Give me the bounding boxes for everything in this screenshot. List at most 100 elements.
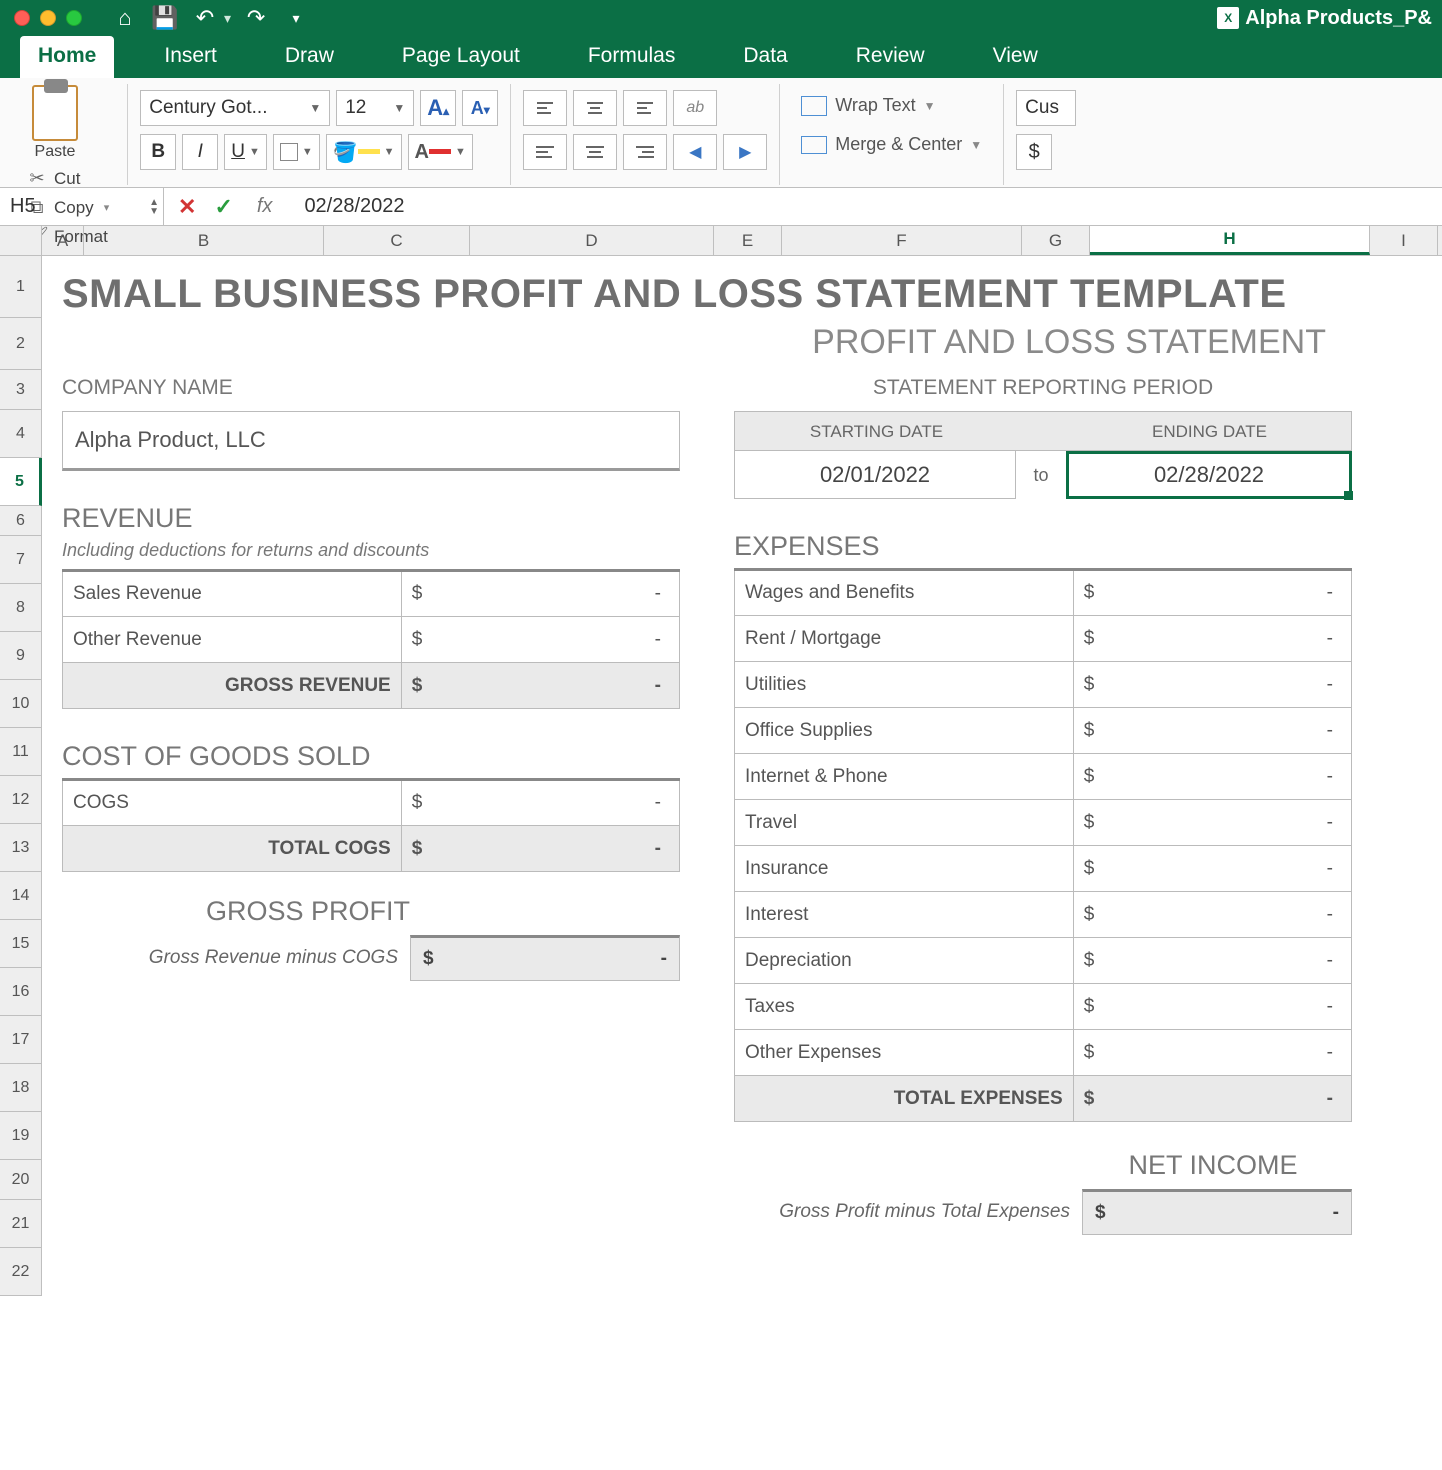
orientation-button[interactable]: ab (673, 90, 717, 126)
row-header-8[interactable]: 8 (0, 584, 41, 632)
formula-value[interactable]: 02/28/2022 (304, 195, 404, 218)
row-header-10[interactable]: 10 (0, 680, 41, 728)
save-icon[interactable]: 💾 (150, 5, 180, 31)
col-header-c[interactable]: C (324, 226, 470, 255)
table-row[interactable]: Insurance$- (735, 846, 1352, 892)
wrap-text-button[interactable]: Wrap Text▼ (792, 90, 991, 121)
font-name-combo[interactable]: Century Got...▼ (140, 90, 330, 126)
row-header-4[interactable]: 4 (0, 410, 41, 458)
align-middle-button[interactable] (573, 90, 617, 126)
tab-formulas[interactable]: Formulas (570, 36, 694, 78)
tab-data[interactable]: Data (725, 36, 805, 78)
confirm-edit-button[interactable]: ✓ (214, 194, 232, 220)
increase-font-button[interactable]: A▴ (420, 90, 456, 126)
col-header-d[interactable]: D (470, 226, 714, 255)
bold-button[interactable]: B (140, 134, 176, 170)
row-header-20[interactable]: 20 (0, 1160, 41, 1200)
zoom-window-button[interactable] (66, 10, 82, 26)
row-header-22[interactable]: 22 (0, 1248, 41, 1296)
name-box[interactable]: H5 ▲▼ (0, 188, 164, 226)
table-row[interactable]: Office Supplies$- (735, 708, 1352, 754)
table-row[interactable]: Taxes$- (735, 984, 1352, 1030)
company-name-cell[interactable]: Alpha Product, LLC (62, 411, 680, 471)
row-header-9[interactable]: 9 (0, 632, 41, 680)
tab-home[interactable]: Home (20, 36, 114, 78)
table-row[interactable]: Internet & Phone$- (735, 754, 1352, 800)
table-row[interactable]: Interest$- (735, 892, 1352, 938)
close-window-button[interactable] (14, 10, 30, 26)
ending-date-cell[interactable]: 02/28/2022 (1066, 451, 1352, 499)
col-header-i[interactable]: I (1370, 226, 1438, 255)
col-header-b[interactable]: B (84, 226, 324, 255)
align-top-button[interactable] (523, 90, 567, 126)
gross-profit-row[interactable]: Gross Revenue minus COGS $- (62, 935, 680, 981)
row-header-2[interactable]: 2 (0, 318, 41, 370)
table-row[interactable]: COGS$- (63, 780, 680, 826)
row-header-18[interactable]: 18 (0, 1064, 41, 1112)
col-header-h[interactable]: H (1090, 226, 1370, 255)
row-header-19[interactable]: 19 (0, 1112, 41, 1160)
number-format-combo[interactable]: Cus (1016, 90, 1076, 126)
gross-revenue-row[interactable]: GROSS REVENUE$- (63, 663, 680, 709)
row-header-7[interactable]: 7 (0, 536, 41, 584)
tab-view[interactable]: View (975, 36, 1056, 78)
increase-indent-button[interactable]: ▶ (723, 134, 767, 170)
row-header-13[interactable]: 13 (0, 824, 41, 872)
underline-button[interactable]: U▼ (224, 134, 267, 170)
table-row[interactable]: Wages and Benefits$- (735, 570, 1352, 616)
row-header-15[interactable]: 15 (0, 920, 41, 968)
row-header-11[interactable]: 11 (0, 728, 41, 776)
table-row[interactable]: Rent / Mortgage$- (735, 616, 1352, 662)
table-row[interactable]: Other Expenses$- (735, 1030, 1352, 1076)
row-header-14[interactable]: 14 (0, 872, 41, 920)
col-header-a[interactable]: A (42, 226, 84, 255)
table-row[interactable]: Travel$- (735, 800, 1352, 846)
table-row[interactable]: Other Revenue$- (63, 617, 680, 663)
select-all-corner[interactable] (0, 226, 42, 255)
table-row[interactable]: Sales Revenue$- (63, 571, 680, 617)
tab-review[interactable]: Review (838, 36, 943, 78)
decrease-indent-button[interactable]: ◀ (673, 134, 717, 170)
align-center-button[interactable] (573, 134, 617, 170)
col-header-g[interactable]: G (1022, 226, 1090, 255)
row-header-12[interactable]: 12 (0, 776, 41, 824)
paste-button[interactable]: Paste (20, 84, 90, 162)
currency-button[interactable]: $ (1016, 134, 1052, 170)
borders-button[interactable]: ▼ (273, 134, 320, 170)
font-size-combo[interactable]: 12▼ (336, 90, 414, 126)
cancel-edit-button[interactable]: ✕ (178, 194, 196, 220)
row-header-3[interactable]: 3 (0, 370, 41, 410)
fill-color-button[interactable]: 🪣▼ (326, 134, 402, 170)
row-header-1[interactable]: 1 (0, 256, 41, 318)
sheet-content[interactable]: SMALL BUSINESS PROFIT AND LOSS STATEMENT… (42, 256, 1442, 1296)
starting-date-cell[interactable]: 02/01/2022 (734, 451, 1016, 499)
col-header-e[interactable]: E (714, 226, 782, 255)
row-header-6[interactable]: 6 (0, 506, 41, 536)
home-icon[interactable]: ⌂ (110, 5, 140, 31)
tab-draw[interactable]: Draw (267, 36, 352, 78)
align-right-button[interactable] (623, 134, 667, 170)
merge-center-button[interactable]: Merge & Center▼ (792, 129, 991, 160)
tab-page-layout[interactable]: Page Layout (384, 36, 538, 78)
total-expenses-row[interactable]: TOTAL EXPENSES$- (735, 1076, 1352, 1122)
namebox-spinner[interactable]: ▲▼ (149, 198, 159, 216)
decrease-font-button[interactable]: A▾ (462, 90, 498, 126)
row-header-5[interactable]: 5 (0, 458, 42, 506)
net-income-row[interactable]: Gross Profit minus Total Expenses $- (734, 1189, 1352, 1235)
table-row[interactable]: Depreciation$- (735, 938, 1352, 984)
row-header-17[interactable]: 17 (0, 1016, 41, 1064)
qat-customize-icon[interactable]: ▾ (281, 10, 311, 27)
align-left-button[interactable] (523, 134, 567, 170)
total-cogs-row[interactable]: TOTAL COGS$- (63, 826, 680, 872)
align-bottom-button[interactable] (623, 90, 667, 126)
italic-button[interactable]: I (182, 134, 218, 170)
col-header-f[interactable]: F (782, 226, 1022, 255)
row-header-21[interactable]: 21 (0, 1200, 41, 1248)
row-header-16[interactable]: 16 (0, 968, 41, 1016)
table-row[interactable]: Utilities$- (735, 662, 1352, 708)
fx-icon[interactable]: fx (257, 195, 273, 218)
font-color-button[interactable]: A▼ (408, 134, 473, 170)
minimize-window-button[interactable] (40, 10, 56, 26)
undo-icon[interactable]: ↶ (190, 5, 220, 31)
tab-insert[interactable]: Insert (146, 36, 235, 78)
